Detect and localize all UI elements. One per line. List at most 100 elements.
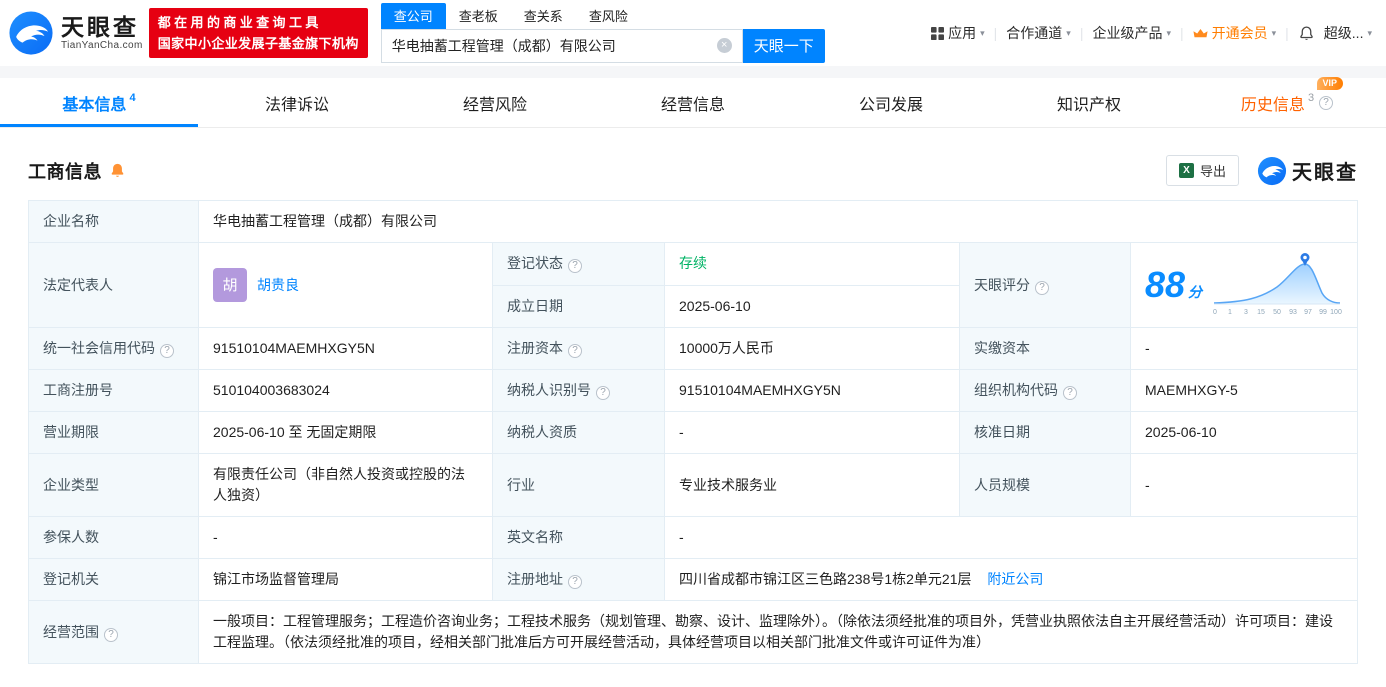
nav-separator: | [1079,25,1084,41]
logo-text: 天眼查 TianYanCha.com [61,14,143,52]
help-icon[interactable]: ? [568,344,582,358]
svg-text:15: 15 [1257,309,1265,316]
vip-badge: VIP [1316,76,1344,90]
label-reg-capital: 注册资本? [492,327,665,370]
tianyancha-mark-icon [1257,156,1287,185]
label-business-term: 营业期限 [28,411,199,454]
label-establish-date: 成立日期 [492,284,665,328]
tab-business-info[interactable]: 经营信息 [594,78,792,127]
search-button[interactable]: 天眼一下 [742,28,825,63]
nav-apps[interactable]: 应用 ▾ [931,23,985,43]
help-icon[interactable]: ? [1035,280,1049,295]
chevron-down-icon: ▾ [1271,27,1277,38]
value-insured-count: - [198,516,493,559]
svg-text:1: 1 [1228,309,1232,316]
tab-history-info[interactable]: 历史信息 3 ? VIP [1188,76,1386,127]
svg-text:50: 50 [1273,309,1281,316]
value-uscc: 91510104MAEMHXGY5N [198,327,493,370]
value-reg-address: 四川省成都市锦江区三色路238号1栋2单元21层 附近公司 [664,558,1358,601]
nav-separator: | [1285,25,1289,41]
tab-business-info-label: 经营信息 [660,96,725,114]
value-reg-capital: 10000万人民币 [664,327,960,370]
grid-icon [931,26,945,40]
label-approval-date: 核准日期 [959,411,1131,454]
label-english-name: 英文名称 [492,516,665,559]
tianyancha-logo[interactable]: 天眼查 TianYanCha.com [8,10,143,56]
search-box: × [380,28,743,63]
label-reg-no: 工商注册号 [28,369,199,412]
avatar[interactable]: 胡 [213,268,247,302]
value-org-code: MAEMHXGY-5 [1130,369,1358,412]
search-tab-relation[interactable]: 查关系 [511,3,576,29]
notification-bell[interactable] [1298,25,1315,42]
table-row: 登记机关 锦江市场监督管理局 注册地址? 四川省成都市锦江区三色路238号1栋2… [28,558,1358,601]
help-icon[interactable]: ? [568,259,582,274]
nav-enterprise-label: 企业级产品 [1092,25,1163,41]
table-row: 统一社会信用代码? 91510104MAEMHXGY5N 注册资本? 10000… [28,327,1358,370]
crown-icon [1193,28,1208,37]
header-divider [0,66,1386,78]
tab-basic-info-count: 4 [129,91,136,104]
search-tab-risk[interactable]: 查风险 [576,3,641,29]
help-icon[interactable]: ? [104,627,118,642]
nav-partner[interactable]: 合作通道 ▾ [1006,23,1071,43]
clear-icon[interactable]: × [716,38,732,53]
promo-badge-line1: 都在用的商业查询工具 [157,15,322,30]
table-row: 参保人数 - 英文名称 - [28,516,1358,559]
tab-company-development-label: 公司发展 [858,96,923,114]
nearby-companies-link[interactable]: 附近公司 [987,571,1043,587]
tab-basic-info-label: 基本信息 [62,96,127,114]
svg-text:3: 3 [1244,309,1248,316]
value-score: 88 分 0 1 3 15 50 93 97 99 100 [1130,242,1358,328]
label-uscc: 统一社会信用代码? [28,327,199,370]
business-info-table: 企业名称 华电抽蓄工程管理（成都）有限公司 法定代表人 胡 胡贵良 登记状态? … [28,200,1358,664]
search-tabs: 查公司 查老板 查关系 查风险 [380,2,825,29]
help-icon[interactable]: ? [160,344,174,358]
subscribe-bell-icon[interactable] [109,162,126,179]
tab-intellectual-property[interactable]: 知识产权 [990,78,1188,127]
nav-enterprise[interactable]: 企业级产品 ▾ [1092,23,1171,43]
tab-legal-litigation[interactable]: 法律诉讼 [198,78,396,127]
search-input[interactable] [391,37,709,54]
table-row: 营业期限 2025-06-10 至 无固定期限 纳税人资质 - 核准日期 202… [28,411,1358,454]
tab-history-info-count: 3 [1307,91,1315,104]
help-icon[interactable]: ? [568,575,582,589]
label-reg-status: 登记状态? [492,242,665,286]
tab-basic-info[interactable]: 基本信息 4 [0,78,198,127]
score-curve-chart: 0 1 3 15 50 93 97 99 100 [1213,253,1342,316]
main-content: 工商信息 X 导出 天眼查 企业名称 华电抽蓄工程管理（成都）有限公司 法定代表… [0,155,1386,664]
search-tab-company[interactable]: 查公司 [380,2,446,29]
legal-rep-link[interactable]: 胡贵良 [257,275,299,296]
table-row: 经营范围? 一般项目：工程管理服务；工程造价咨询业务；工程技术服务（规划管理、勘… [28,600,1358,664]
search-tab-boss[interactable]: 查老板 [446,3,511,29]
nav-super-account[interactable]: 超级... ▾ [1324,23,1372,43]
table-row: 企业类型 有限责任公司（非自然人投资或控股的法人独资） 行业 专业技术服务业 人… [28,453,1358,517]
nav-open-vip-label: 开通会员 [1211,25,1268,41]
brand-watermark-label: 天眼查 [1292,162,1358,184]
label-taxpayer-id: 纳税人识别号? [492,369,665,412]
chevron-down-icon: ▾ [1166,27,1171,38]
tab-operational-risk[interactable]: 经营风险 [396,78,594,127]
help-icon[interactable]: ? [1063,386,1077,400]
tab-company-development[interactable]: 公司发展 [792,78,990,127]
export-button[interactable]: X 导出 [1165,155,1239,186]
nav-super-account-label: 超级... [1323,25,1364,41]
search-row: × 天眼一下 [380,28,825,63]
value-legal-rep: 胡 胡贵良 [198,242,493,328]
label-org-code: 组织机构代码? [959,369,1131,412]
search-area: 查公司 查老板 查关系 查风险 × 天眼一下 [380,2,825,63]
value-reg-no: 510104003683024 [198,369,493,412]
nav-open-vip[interactable]: 开通会员 ▾ [1193,23,1277,43]
svg-text:100: 100 [1330,309,1342,316]
label-company-name: 企业名称 [28,200,199,243]
svg-text:97: 97 [1304,309,1312,316]
section-tabbar: 基本信息 4 法律诉讼 经营风险 经营信息 公司发展 知识产权 历史信息 3 ?… [0,76,1386,128]
label-score: 天眼评分? [959,242,1131,328]
value-english-name: - [664,516,1358,559]
export-button-label: 导出 [1199,164,1226,179]
promo-badge-line2: 国家中小企业发展子基金旗下机构 [157,36,359,51]
nav-separator: | [993,25,998,41]
help-icon[interactable]: ? [596,386,610,400]
help-icon[interactable]: ? [1319,95,1334,110]
label-taxpayer-quality: 纳税人资质 [492,411,665,454]
